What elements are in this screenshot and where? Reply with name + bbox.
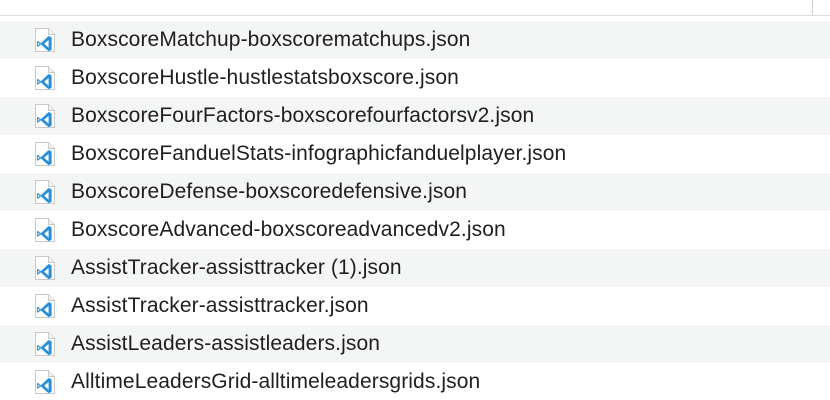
file-row[interactable]: AssistLeaders-assistleaders.json: [0, 325, 830, 363]
file-row[interactable]: BoxscoreDefense-boxscoredefensive.json: [0, 173, 830, 211]
file-name: AssistTracker-assisttracker (1).json: [71, 256, 402, 279]
file-name: AssistLeaders-assistleaders.json: [71, 332, 381, 355]
vscode-file-icon: [35, 294, 55, 318]
file-name: AssistTracker-assisttracker.json: [71, 294, 369, 317]
file-name: BoxscoreFourFactors-boxscorefourfactorsv…: [71, 104, 535, 127]
vscode-file-icon: [35, 256, 55, 280]
file-name: BoxscoreFanduelStats-infographicfanduelp…: [71, 142, 567, 165]
file-name: BoxscoreHustle-hustlestatsboxscore.json: [71, 66, 459, 89]
file-row[interactable]: BoxscoreAdvanced-boxscoreadvancedv2.json: [0, 211, 830, 249]
vscode-file-icon: [35, 180, 55, 204]
file-name: BoxscoreMatchup-boxscorematchups.json: [71, 28, 471, 51]
file-row[interactable]: BoxscoreFanduelStats-infographicfanduelp…: [0, 135, 830, 173]
vscode-file-icon: [35, 142, 55, 166]
vscode-file-icon: [35, 332, 55, 356]
file-name: AlltimeLeadersGrid-alltimeleadersgrids.j…: [71, 370, 481, 393]
file-row[interactable]: AssistTracker-assisttracker (1).json: [0, 249, 830, 287]
file-name: BoxscoreAdvanced-boxscoreadvancedv2.json: [71, 218, 506, 241]
file-row[interactable]: BoxscoreHustle-hustlestatsboxscore.json: [0, 59, 830, 97]
file-name: BoxscoreDefense-boxscoredefensive.json: [71, 180, 468, 203]
vscode-file-icon: [35, 218, 55, 242]
column-header-bar[interactable]: [0, 0, 830, 16]
vscode-file-icon: [35, 370, 55, 394]
file-row[interactable]: AssistTracker-assisttracker.json: [0, 287, 830, 325]
finder-window: BoxscoreMatchup-boxscorematchups.json Bo…: [0, 0, 830, 400]
vscode-file-icon: [35, 66, 55, 90]
vscode-file-icon: [35, 28, 55, 52]
file-list: BoxscoreMatchup-boxscorematchups.json Bo…: [0, 21, 830, 400]
vscode-file-icon: [35, 104, 55, 128]
column-divider[interactable]: [812, 0, 813, 15]
file-row[interactable]: BoxscoreMatchup-boxscorematchups.json: [0, 21, 830, 59]
file-row[interactable]: AlltimeLeadersGrid-alltimeleadersgrids.j…: [0, 363, 830, 400]
file-row[interactable]: BoxscoreFourFactors-boxscorefourfactorsv…: [0, 97, 830, 135]
